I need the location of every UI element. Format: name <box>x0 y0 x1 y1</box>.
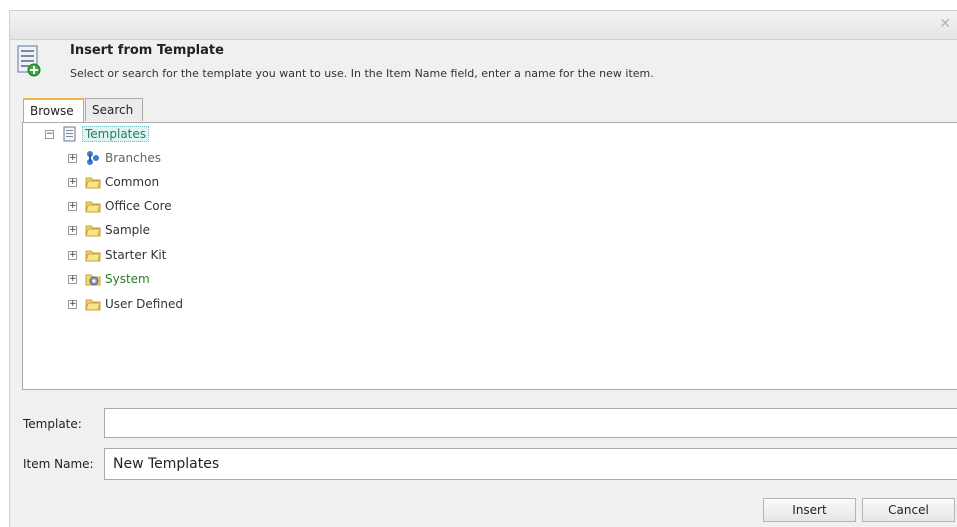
cancel-button[interactable]: Cancel <box>862 498 955 522</box>
tree-node-starter-kit[interactable]: + Starter Kit <box>68 245 166 265</box>
dialog-titlebar: ✕ <box>9 10 957 40</box>
item-name-input[interactable] <box>104 448 957 480</box>
expand-icon[interactable]: + <box>68 274 77 284</box>
tree-node-user-defined[interactable]: + User Defined <box>68 294 183 314</box>
tree-node-label[interactable]: Templates <box>82 126 150 142</box>
expand-icon[interactable]: + <box>68 153 77 163</box>
collapse-icon[interactable]: − <box>45 129 54 139</box>
folder-icon <box>85 201 101 213</box>
folder-icon <box>85 250 101 262</box>
branches-icon <box>87 151 99 165</box>
tree-node-label[interactable]: Starter Kit <box>105 248 166 262</box>
tab-search[interactable]: Search <box>85 98 143 121</box>
close-icon[interactable]: ✕ <box>939 16 951 32</box>
template-input[interactable] <box>104 408 957 438</box>
expand-icon[interactable]: + <box>68 250 77 260</box>
tree-node-system[interactable]: + System <box>68 269 150 289</box>
dialog-description: Select or search for the template you wa… <box>70 67 654 80</box>
folder-icon <box>85 225 101 237</box>
tree-node-label[interactable]: Common <box>105 175 159 189</box>
tree-node-common[interactable]: + Common <box>68 172 159 192</box>
insert-button[interactable]: Insert <box>763 498 856 522</box>
tree-node-templates[interactable]: − Templates <box>45 124 150 144</box>
expand-icon[interactable]: + <box>68 201 77 211</box>
template-label: Template: <box>23 417 82 431</box>
folder-icon <box>85 177 101 189</box>
expand-icon[interactable]: + <box>68 299 77 309</box>
dialog-title: Insert from Template <box>70 43 224 58</box>
tree-node-label[interactable]: System <box>105 272 150 286</box>
item-name-label: Item Name: <box>23 457 94 471</box>
tree-node-branches[interactable]: + Branches <box>68 148 161 168</box>
expand-icon[interactable]: + <box>68 225 77 235</box>
folder-icon <box>85 299 101 311</box>
tree-node-label[interactable]: User Defined <box>105 297 183 311</box>
tree-node-office-core[interactable]: + Office Core <box>68 196 172 216</box>
expand-icon[interactable]: + <box>68 177 77 187</box>
tree-node-label[interactable]: Branches <box>105 151 161 165</box>
template-doc-icon <box>63 126 76 142</box>
tree-node-label[interactable]: Sample <box>105 223 150 237</box>
insert-template-icon <box>17 45 41 77</box>
insert-from-template-dialog: ✕ Insert from Template Select or search … <box>0 0 957 527</box>
system-folder-icon <box>85 274 101 286</box>
tab-browse[interactable]: Browse <box>23 98 84 122</box>
tree-node-sample[interactable]: + Sample <box>68 220 150 240</box>
tree-node-label[interactable]: Office Core <box>105 199 172 213</box>
template-tree: − Templates + Branches + Common + Office… <box>22 122 957 390</box>
